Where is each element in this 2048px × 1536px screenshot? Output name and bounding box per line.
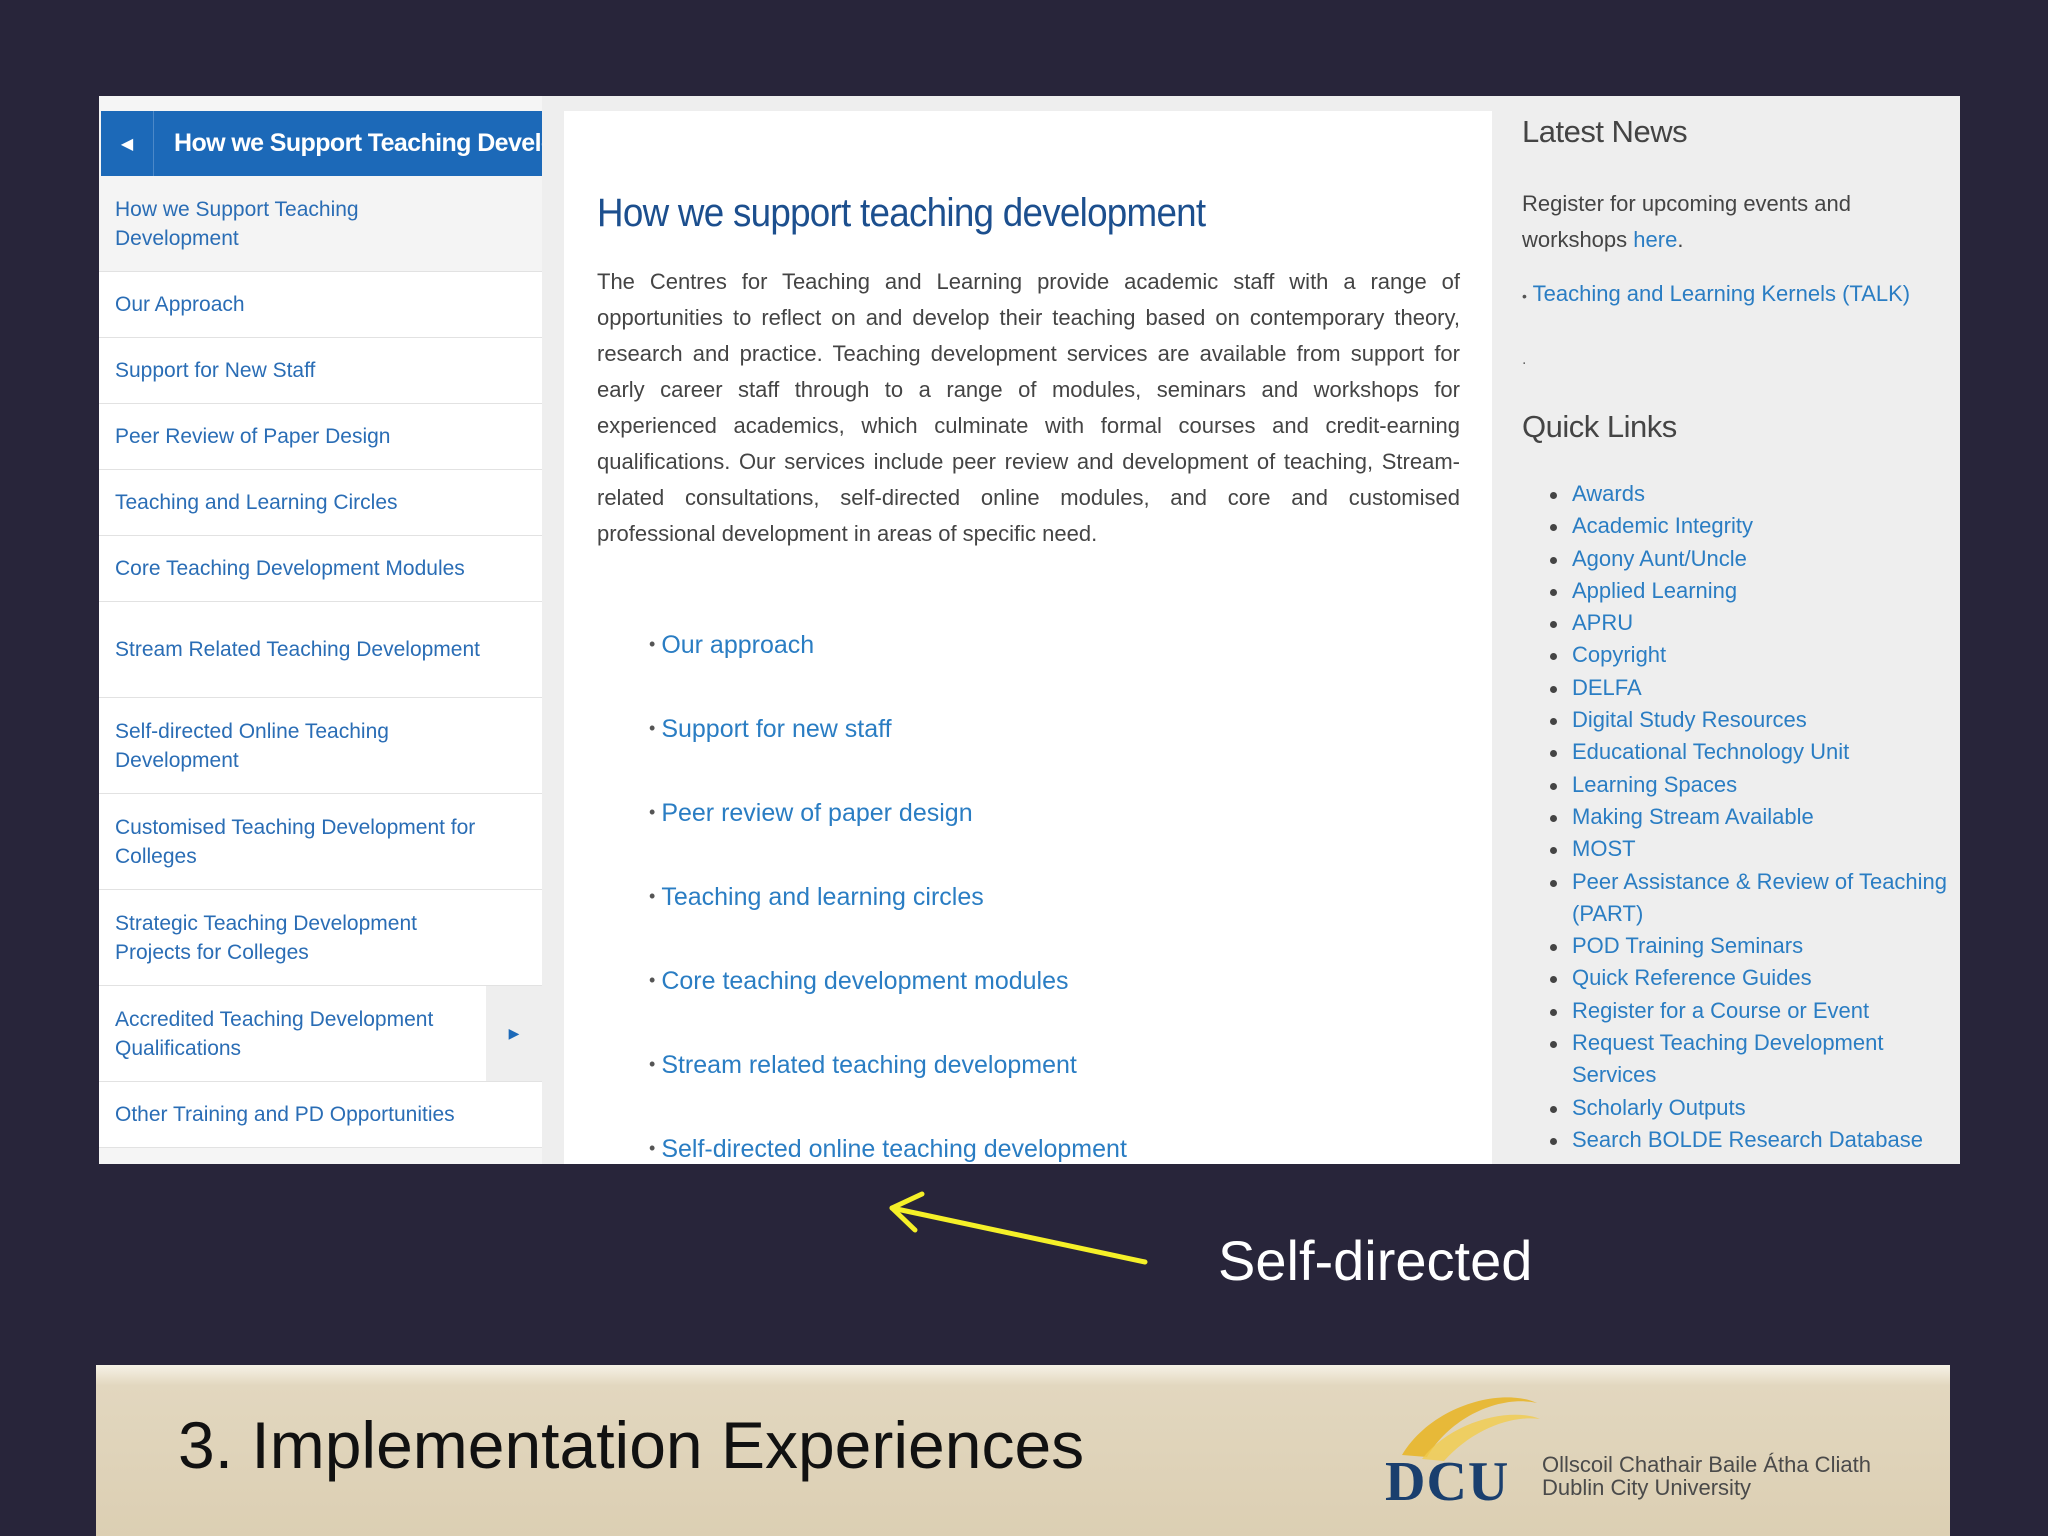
section-link[interactable]: • Self-directed online teaching developme…: [649, 1135, 1127, 1164]
quick-link[interactable]: APRU: [1550, 607, 1950, 639]
section-link-label: Support for new staff: [661, 715, 892, 743]
bullet-icon: •: [649, 1054, 656, 1074]
page-title: How we support teaching development: [597, 191, 1206, 235]
sidebar-item[interactable]: Other Training and PD Opportunities: [99, 1082, 542, 1148]
sidebar-item[interactable]: Peer Review of Paper Design: [99, 404, 542, 470]
latest-news-heading: Latest News: [1522, 114, 1688, 149]
bullet-icon: •: [649, 970, 656, 990]
sidebar-item[interactable]: Our Approach: [99, 272, 542, 338]
sidebar-item[interactable]: Self-directed Online Teaching Developmen…: [99, 698, 542, 794]
dcu-logo-letters: DCU: [1385, 1451, 1510, 1513]
intro-paragraph: The Centres for Teaching and Learning pr…: [597, 269, 1460, 546]
sidebar-item-label: Customised Teaching Development for Coll…: [115, 815, 476, 868]
bullet-icon: •: [649, 802, 656, 822]
section-link-label: Teaching and learning circles: [661, 883, 984, 911]
section-link-label: Stream related teaching development: [661, 1051, 1077, 1079]
website-screenshot: ◀ How we Support Teaching Development Ho…: [99, 96, 1960, 1164]
sidebar-item[interactable]: Strategic Teaching Development Projects …: [99, 890, 542, 986]
bullet-icon: •: [649, 1138, 656, 1158]
sidebar-item-label: Accredited Teaching Development Qualific…: [115, 1007, 434, 1060]
main-content: How we support teaching development The …: [564, 111, 1492, 1164]
bullet-icon: •: [649, 718, 656, 738]
arrow-shaft: [889, 1205, 1148, 1265]
quick-link[interactable]: Making Stream Available: [1550, 801, 1950, 833]
sidebar-item[interactable]: Customised Teaching Development for Coll…: [99, 794, 542, 890]
quick-link[interactable]: Academic Integrity: [1550, 510, 1950, 542]
talk-link[interactable]: • Teaching and Learning Kernels (TALK): [1522, 281, 1910, 307]
quick-link[interactable]: Educational Technology Unit: [1550, 736, 1950, 768]
quick-links-heading: Quick Links: [1522, 409, 1677, 444]
section-link[interactable]: • Core teaching development modules: [649, 967, 1069, 996]
news-text-end: .: [1677, 227, 1684, 252]
bullet-icon: •: [649, 886, 656, 906]
quick-link[interactable]: DELFA: [1550, 672, 1950, 704]
sidebar-item[interactable]: Accredited Teaching Development Qualific…: [99, 986, 542, 1082]
news-text-body: Register for upcoming events and worksho…: [1522, 191, 1851, 252]
news-here-link[interactable]: here: [1633, 227, 1677, 252]
talk-link-label: Teaching and Learning Kernels (TALK): [1532, 281, 1911, 306]
sidebar-item[interactable]: Stream Related Teaching Development: [99, 602, 542, 698]
sidebar-item-label: Our Approach: [115, 293, 245, 316]
quick-link[interactable]: Quick Reference Guides: [1550, 962, 1950, 994]
section-link-label: Core teaching development modules: [661, 967, 1069, 995]
yellow-arrow-icon: [889, 1191, 1148, 1265]
section-link[interactable]: • Stream related teaching development: [649, 1051, 1077, 1080]
section-link-label: Our approach: [661, 631, 815, 659]
section-link-label: Peer review of paper design: [661, 799, 973, 827]
expand-arrow-icon[interactable]: ▶: [486, 986, 542, 1081]
sidebar-item[interactable]: Core Teaching Development Modules: [99, 536, 542, 602]
section-link[interactable]: • Teaching and learning circles: [649, 883, 984, 912]
section-link-label: Self-directed online teaching developmen…: [661, 1135, 1127, 1163]
bullet-icon: •: [649, 634, 656, 654]
quick-link[interactable]: Copyright: [1550, 639, 1950, 671]
quick-link[interactable]: Peer Assistance & Review of Teaching (PA…: [1550, 866, 1950, 931]
sidebar-item[interactable]: Support for New Staff: [99, 338, 542, 404]
section-link[interactable]: • Peer review of paper design: [649, 799, 973, 828]
sidebar-item-label: Teaching and Learning Circles: [115, 491, 398, 514]
slide-footer: 3. Implementation Experiences DCU Ollsco…: [96, 1365, 1950, 1536]
sidebar-item-label: Support for New Staff: [115, 359, 316, 382]
university-name: Ollscoil Chathair Baile Átha Cliath Dubl…: [1542, 1453, 1871, 1499]
annotation-label: Self-directed: [1218, 1229, 1533, 1292]
quick-link[interactable]: Request Teaching Development Services: [1550, 1027, 1950, 1092]
sidebar-header: ◀ How we Support Teaching Development: [101, 111, 542, 176]
sidebar-item[interactable]: Teaching and Learning Circles: [99, 470, 542, 536]
sidebar-item-label: Peer Review of Paper Design: [115, 425, 391, 448]
sidebar-item-label: Strategic Teaching Development Projects …: [115, 911, 417, 964]
section-link[interactable]: • Our approach: [649, 631, 814, 660]
news-text: Register for upcoming events and worksho…: [1522, 186, 1932, 258]
sidebar-item-label: Self-directed Online Teaching Developmen…: [115, 719, 389, 772]
quick-link[interactable]: Search BOLDE Research Database: [1550, 1124, 1950, 1156]
stray-dot: .: [1522, 351, 1527, 368]
sidebar-item-label: Core Teaching Development Modules: [115, 557, 465, 580]
quick-link[interactable]: Awards: [1550, 478, 1950, 510]
quick-link[interactable]: Digital Study Resources: [1550, 704, 1950, 736]
quick-link[interactable]: Applied Learning: [1550, 575, 1950, 607]
sidebar-item-label: Stream Related Teaching Development: [115, 638, 480, 661]
university-name-irish: Ollscoil Chathair Baile Átha Cliath: [1542, 1452, 1871, 1477]
quick-link[interactable]: Scholarly Outputs: [1550, 1092, 1950, 1124]
sidebar-item-label: How we Support Teaching Development: [115, 197, 359, 250]
quick-link[interactable]: MOST: [1550, 833, 1950, 865]
bullet-icon: •: [1522, 288, 1527, 304]
sidebar-title: How we Support Teaching Development: [174, 129, 542, 157]
sidebar: ◀ How we Support Teaching Development Ho…: [99, 96, 542, 1164]
quick-links-list: Awards Academic Integrity Agony Aunt/Uncle…: [1550, 478, 1950, 1156]
back-arrow-icon[interactable]: ◀: [101, 111, 154, 176]
section-link[interactable]: • Support for new staff: [649, 715, 892, 744]
quick-link[interactable]: Learning Spaces: [1550, 769, 1950, 801]
sidebar-item-label: Other Training and PD Opportunities: [115, 1103, 455, 1126]
university-name-english: Dublin City University: [1542, 1475, 1752, 1500]
quick-link[interactable]: POD Training Seminars: [1550, 930, 1950, 962]
quick-link[interactable]: Register for a Course or Event: [1550, 995, 1950, 1027]
sidebar-menu: How we Support Teaching Development Our A…: [99, 176, 542, 1148]
right-column: Latest News Register for upcoming events…: [1517, 96, 1957, 1164]
sidebar-item[interactable]: How we Support Teaching Development: [99, 176, 542, 272]
quick-link[interactable]: Agony Aunt/Uncle: [1550, 543, 1950, 575]
slide-title: 3. Implementation Experiences: [178, 1408, 1085, 1482]
